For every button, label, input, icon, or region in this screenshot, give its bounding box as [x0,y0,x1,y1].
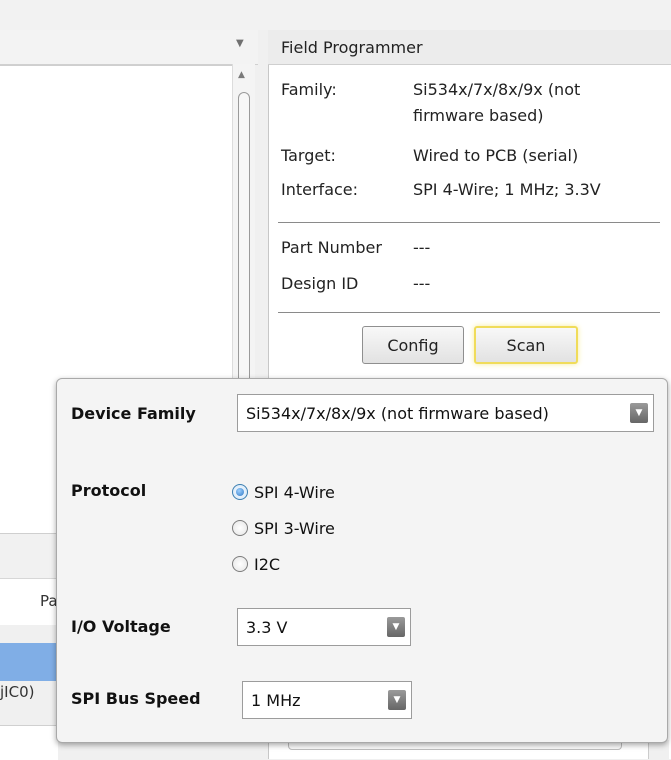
dropdown-arrow-icon[interactable]: ▼ [630,403,648,423]
family-label: Family: [281,80,337,99]
config-button[interactable]: Config [362,326,464,364]
design-id-label: Design ID [281,274,359,293]
io-voltage-select[interactable]: 3.3 V ▼ [237,608,411,646]
lower-left-row [0,725,58,760]
family-value-line1: Si534x/7x/8x/9x (not [413,80,581,99]
divider [278,312,660,313]
radio-selected-icon[interactable] [232,484,248,500]
lower-left-tab-band [0,533,58,578]
interface-value: SPI 4-Wire; 1 MHz; 3.3V [413,180,601,199]
scan-button[interactable]: Scan [474,326,578,364]
radio-spi-4-wire[interactable]: SPI 4-Wire [232,479,335,505]
part-number-value: --- [413,238,431,257]
radio-i2c[interactable]: I2C [232,551,335,577]
device-family-select[interactable]: Si534x/7x/8x/9x (not firmware based) ▼ [237,394,654,432]
part-number-label: Part Number [281,238,382,257]
radio-unselected-icon[interactable] [232,556,248,572]
selected-row[interactable] [0,643,58,681]
spi-bus-speed-label: SPI Bus Speed [71,689,201,708]
top-toolbar-strip [0,0,671,30]
protocol-radio-group: SPI 4-Wire SPI 3-Wire I2C [232,479,335,577]
family-value-line2: firmware based) [413,106,544,125]
scroll-up-arrow-icon[interactable]: ▲ [238,70,245,80]
radio-unselected-icon[interactable] [232,520,248,536]
radio-label: I2C [254,554,281,574]
panel-title: Field Programmer [281,38,423,57]
dropdown-arrow-icon[interactable]: ▼ [388,690,406,710]
radio-label: SPI 4-Wire [254,482,335,502]
spi-bus-speed-value: 1 MHz [251,690,301,710]
target-label: Target: [281,146,336,165]
io-voltage-value: 3.3 V [246,617,288,637]
left-pane-header [0,30,258,65]
radio-label: SPI 3-Wire [254,518,335,538]
radio-spi-3-wire[interactable]: SPI 3-Wire [232,515,335,541]
dropdown-arrow-icon[interactable]: ▼ [387,617,405,637]
divider [278,222,660,223]
device-family-label: Device Family [71,404,196,423]
row-text-fragment[interactable]: jIC0) [0,683,34,701]
io-voltage-label: I/O Voltage [71,617,171,636]
interface-label: Interface: [281,180,359,199]
programmer-config-popup: Device Family Si534x/7x/8x/9x (not firmw… [56,378,668,743]
device-family-value: Si534x/7x/8x/9x (not firmware based) [246,403,549,423]
protocol-label: Protocol [71,481,147,500]
collapse-arrow-icon[interactable]: ▼ [236,38,244,49]
spi-bus-speed-select[interactable]: 1 MHz ▼ [242,681,412,719]
target-value: Wired to PCB (serial) [413,146,579,165]
design-id-value: --- [413,274,431,293]
column-header-fragment[interactable]: Pa [40,592,58,610]
